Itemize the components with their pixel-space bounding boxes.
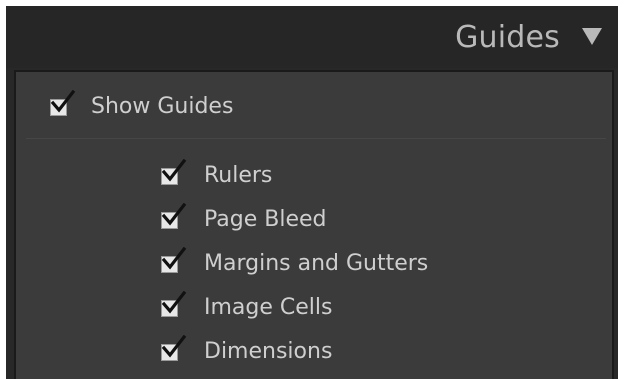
- dimensions-checkbox[interactable]: Dimensions: [161, 334, 333, 365]
- checkbox-box[interactable]: [161, 290, 187, 317]
- panel-title: Guides: [455, 20, 560, 55]
- guides-panel: Guides Show Guides Rulers Page Bleed Mar…: [6, 6, 618, 379]
- triangle-down-icon[interactable]: [582, 28, 602, 45]
- checkbox-box[interactable]: [161, 246, 187, 273]
- margins-and-gutters-label: Margins and Gutters: [204, 251, 429, 276]
- show-guides-checkbox[interactable]: Show Guides: [50, 89, 234, 120]
- checkmark-icon: [161, 202, 187, 226]
- show-guides-label: Show Guides: [91, 94, 234, 119]
- image-cells-label: Image Cells: [204, 295, 333, 320]
- checkbox-box[interactable]: [161, 158, 187, 185]
- checkmark-icon: [161, 334, 187, 358]
- margins-and-gutters-checkbox[interactable]: Margins and Gutters: [161, 246, 429, 277]
- checkmark-icon: [161, 246, 187, 270]
- page-bleed-checkbox[interactable]: Page Bleed: [161, 202, 327, 233]
- checkmark-icon: [161, 290, 187, 314]
- checkmark-icon: [50, 89, 76, 113]
- screenshot-frame: Guides Show Guides Rulers Page Bleed Mar…: [0, 0, 624, 379]
- checkmark-icon: [161, 158, 187, 182]
- checkbox-box[interactable]: [161, 334, 187, 361]
- dimensions-label: Dimensions: [204, 339, 333, 364]
- divider: [26, 138, 606, 139]
- panel-header[interactable]: Guides: [6, 6, 618, 68]
- checkbox-box[interactable]: [161, 202, 187, 229]
- checkbox-box[interactable]: [50, 89, 76, 116]
- rulers-checkbox[interactable]: Rulers: [161, 158, 273, 189]
- panel-body: Show Guides Rulers Page Bleed Margins an…: [14, 70, 614, 379]
- page-bleed-label: Page Bleed: [204, 207, 327, 232]
- rulers-label: Rulers: [204, 163, 273, 188]
- image-cells-checkbox[interactable]: Image Cells: [161, 290, 333, 321]
